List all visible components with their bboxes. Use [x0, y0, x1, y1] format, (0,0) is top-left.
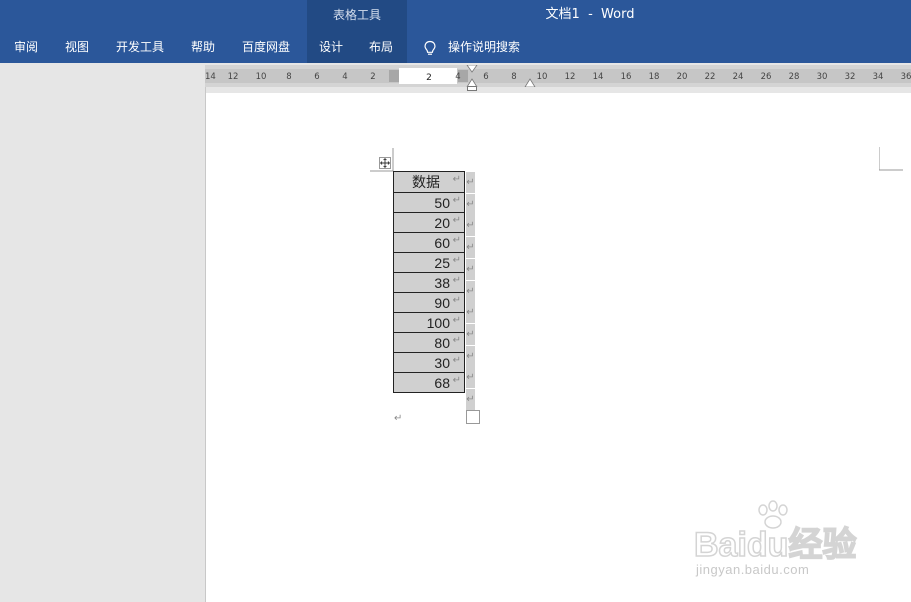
left-indent-box-marker[interactable]	[467, 86, 477, 91]
table-cell[interactable]: 90 ↵	[393, 292, 465, 313]
ruler-tick-label: 2	[370, 72, 375, 82]
ruler-tick-label: 28	[789, 72, 800, 82]
data-table[interactable]: 数据 ↵ 50 ↵ 20 ↵ 60 ↵ 25 ↵ 38 ↵ 90 ↵ 100 ↵ 80 ↵ 30 ↵ 68 ↵	[393, 171, 465, 393]
table-row[interactable]: 90 ↵	[393, 292, 465, 313]
ruler-tick-label: 12	[565, 72, 576, 82]
ruler-tick-label: 6	[483, 72, 488, 82]
table-cell[interactable]: 38 ↵	[393, 272, 465, 293]
move-arrows-icon	[380, 158, 390, 168]
ruler-input-value[interactable]: 2	[426, 73, 432, 83]
cell-end-mark: ↵	[452, 255, 461, 266]
ruler-tick-label: 36	[901, 72, 911, 82]
ruler-tick-label: 12	[228, 72, 239, 82]
cell-end-mark: ↵	[452, 235, 461, 246]
table-cell[interactable]: 60 ↵	[393, 232, 465, 253]
ruler-tick-label: 34	[873, 72, 884, 82]
table-row[interactable]: 80 ↵	[393, 332, 465, 353]
table-cell[interactable]: 50 ↵	[393, 192, 465, 213]
tab-review[interactable]: 审阅	[14, 33, 38, 63]
cell-end-mark: ↵	[452, 275, 461, 286]
table-header-cell[interactable]: 数据 ↵	[393, 171, 465, 193]
table-row[interactable]: 25 ↵	[393, 252, 465, 273]
row-end-mark: ↵	[466, 367, 475, 389]
cell-end-mark: ↵	[452, 174, 461, 185]
ruler-tick-label: 20	[677, 72, 688, 82]
row-end-mark: ↵	[466, 258, 475, 280]
table-cell[interactable]: 100 ↵	[393, 312, 465, 333]
tab-developer[interactable]: 开发工具	[116, 33, 164, 63]
row-end-mark: ↵	[466, 237, 475, 259]
ruler-tick-label: 14	[205, 72, 216, 82]
table-resize-handle[interactable]	[466, 410, 480, 424]
table-row[interactable]: 38 ↵	[393, 272, 465, 293]
ruler-tick-label: 22	[705, 72, 716, 82]
table-tools-label: 表格工具	[332, 8, 381, 22]
table-move-handle[interactable]	[379, 157, 391, 169]
lightbulb-icon[interactable]	[423, 40, 437, 57]
watermark-url: jingyan.baidu.com	[696, 562, 810, 577]
ruler-tick-label: 26	[761, 72, 772, 82]
table-row[interactable]: 60 ↵	[393, 232, 465, 253]
table-cell[interactable]: 20 ↵	[393, 212, 465, 233]
row-end-mark: ↵	[466, 280, 475, 302]
cell-end-mark: ↵	[452, 215, 461, 226]
ruler-tick-label: 16	[621, 72, 632, 82]
paw-icon	[758, 500, 788, 529]
cell-end-mark: ↵	[452, 295, 461, 306]
tab-baidu-netdisk[interactable]: 百度网盘	[242, 33, 290, 63]
ruler-tick-label: 24	[733, 72, 744, 82]
table-cell[interactable]: 80 ↵	[393, 332, 465, 353]
table-row[interactable]: 30 ↵	[393, 352, 465, 373]
ruler-left-column-marker[interactable]	[389, 70, 399, 82]
watermark-brand: Baidu经验	[694, 525, 856, 564]
tab-layout[interactable]: 布局	[369, 33, 393, 63]
ruler-tick-label: 18	[649, 72, 660, 82]
tell-me-search[interactable]: 操作说明搜索	[448, 33, 520, 63]
title-bar	[0, 0, 911, 33]
cell-end-mark: ↵	[452, 375, 461, 386]
cell-end-mark: ↵	[452, 335, 461, 346]
ruler-tick-label: 8	[286, 72, 291, 82]
cell-end-mark: ↵	[452, 195, 461, 206]
table-cell[interactable]: 30 ↵	[393, 352, 465, 373]
ruler-tick-label: 32	[845, 72, 856, 82]
ruler-tick-label: 30	[817, 72, 828, 82]
table-header-row[interactable]: 数据 ↵	[393, 171, 465, 193]
tab-view[interactable]: 视图	[65, 33, 89, 63]
table-row[interactable]: 20 ↵	[393, 212, 465, 233]
tab-design[interactable]: 设计	[319, 33, 343, 63]
cell-end-mark: ↵	[452, 315, 461, 326]
table-cell[interactable]: 25 ↵	[393, 252, 465, 273]
tab-help[interactable]: 帮助	[191, 33, 215, 63]
table-row[interactable]: 100 ↵	[393, 312, 465, 333]
table-row[interactable]: 68 ↵	[393, 372, 465, 393]
paragraph-mark: ↵	[394, 413, 403, 424]
row-end-mark: ↵	[466, 193, 475, 215]
row-end-mark: ↵	[466, 323, 475, 345]
horizontal-ruler[interactable]: 14 12 10 8 6 4 2 4 6 8 10 12 14 16 18 20 22 24 26 28 30 32 34…	[205, 65, 911, 87]
document-title: 文档1 - Word	[545, 7, 635, 22]
page-margin-corner-mark	[879, 147, 903, 171]
ruler-tick-label: 4	[342, 72, 347, 82]
row-end-mark: ↵	[466, 215, 475, 237]
ruler-tick-label: 10	[256, 72, 267, 82]
cell-end-mark: ↵	[452, 355, 461, 366]
table-cell[interactable]: 68 ↵	[393, 372, 465, 393]
ruler-tick-label: 14	[593, 72, 604, 82]
row-end-mark: ↵	[466, 345, 475, 367]
row-end-mark: ↵	[466, 389, 475, 410]
row-end-mark: ↵	[466, 302, 475, 324]
row-end-mark: ↵	[466, 172, 475, 193]
ruler-tick-label: 6	[314, 72, 319, 82]
ruler-tick-label: 8	[511, 72, 516, 82]
ruler-tick-label: 4	[455, 72, 460, 82]
table-row[interactable]: 50 ↵	[393, 192, 465, 213]
header-text: 数据	[412, 174, 440, 190]
ruler-tick-label: 10	[537, 72, 548, 82]
